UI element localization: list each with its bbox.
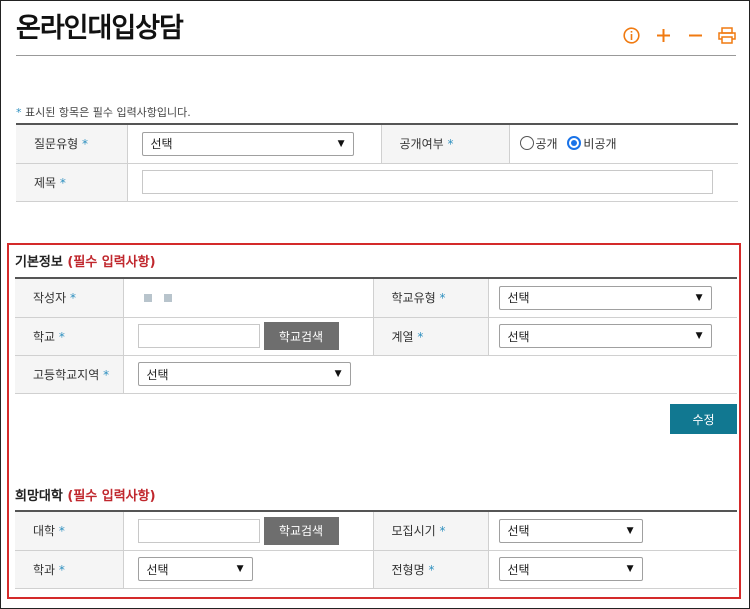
radio-on bbox=[567, 136, 582, 150]
region-label: 고등학교지역 * bbox=[15, 355, 124, 394]
page-title: 온라인대입상담 bbox=[16, 13, 184, 44]
track-label: 계열 * bbox=[373, 317, 489, 356]
subject-input[interactable] bbox=[141, 170, 713, 194]
univ-input[interactable] bbox=[137, 518, 260, 543]
writer-value bbox=[123, 279, 374, 318]
public-radio[interactable]: 공개 bbox=[519, 135, 558, 152]
univ-search-button[interactable]: 학교검색 bbox=[263, 516, 339, 545]
plus-icon[interactable] bbox=[654, 26, 672, 44]
info-icon[interactable] bbox=[622, 26, 640, 44]
school-input[interactable] bbox=[137, 324, 260, 348]
basic-info-title: 기본정보 (필수 입력사항) bbox=[15, 255, 156, 270]
radio-off bbox=[519, 136, 534, 150]
basic-info-form: 작성자 * 학교유형 * 선택 ▼ 학교 * 학교검색 계열 * 선택 ▼ 고등학교… bbox=[15, 279, 737, 394]
private-radio[interactable]: 비공개 bbox=[567, 135, 617, 152]
required-note: * 표시된 항목은 필수 입력사항입니다. bbox=[16, 106, 191, 119]
chevron-down-icon: ▼ bbox=[236, 564, 244, 574]
chevron-down-icon: ▼ bbox=[626, 525, 634, 536]
admission-label: 전형명 * bbox=[373, 550, 489, 589]
blurred-name bbox=[143, 293, 152, 302]
track-select[interactable]: 선택 ▼ bbox=[498, 324, 712, 348]
school-type-select[interactable]: 선택 ▼ bbox=[498, 285, 712, 310]
public-label: 공개여부 * bbox=[381, 125, 510, 164]
hope-univ-title: 희망대학 (필수 입력사항) bbox=[15, 489, 156, 504]
school-search-button[interactable]: 학교검색 bbox=[263, 322, 339, 350]
major-label: 학과 * bbox=[15, 550, 124, 589]
chevron-down-icon: ▼ bbox=[626, 564, 634, 574]
question-type-label: 질문유형 * bbox=[16, 125, 128, 164]
print-icon[interactable] bbox=[718, 26, 736, 44]
school-type-label: 학교유형 * bbox=[373, 279, 489, 318]
chevron-down-icon: ▼ bbox=[334, 369, 342, 379]
title-divider bbox=[16, 55, 736, 56]
toolbar bbox=[622, 26, 736, 44]
region-select[interactable]: 선택 ▼ bbox=[137, 362, 351, 386]
hope-univ-form: 대학 * 학교검색 모집시기 * 선택 ▼ 학과 * 선택 ▼ 전형명 * 선택 ▼ bbox=[15, 512, 737, 589]
major-select[interactable]: 선택 ▼ bbox=[137, 557, 253, 581]
writer-label: 작성자 * bbox=[15, 279, 124, 318]
chevron-down-icon: ▼ bbox=[695, 292, 703, 303]
minus-icon[interactable] bbox=[686, 26, 704, 44]
univ-label: 대학 * bbox=[15, 512, 124, 551]
edit-button[interactable]: 수정 bbox=[670, 404, 737, 434]
period-select[interactable]: 선택 ▼ bbox=[498, 518, 643, 543]
question-type-select[interactable]: 선택 ▼ bbox=[141, 131, 354, 156]
question-form: 질문유형 * 선택 ▼ 공개여부 * 공개 비공개 제목 * bbox=[16, 125, 738, 202]
chevron-down-icon: ▼ bbox=[337, 138, 345, 149]
school-label: 학교 * bbox=[15, 317, 124, 356]
period-label: 모집시기 * bbox=[373, 512, 489, 551]
subject-label: 제목 * bbox=[16, 163, 128, 202]
chevron-down-icon: ▼ bbox=[695, 331, 703, 341]
admission-select[interactable]: 선택 ▼ bbox=[498, 557, 643, 581]
